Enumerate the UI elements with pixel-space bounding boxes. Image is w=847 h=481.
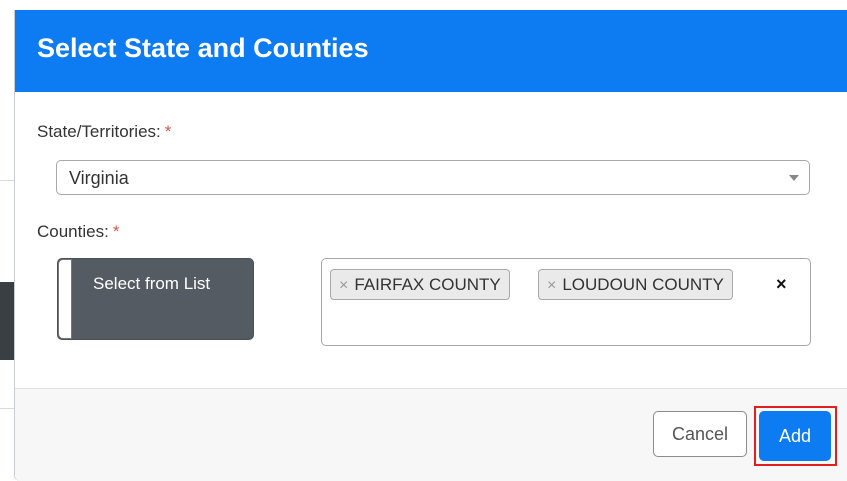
dialog-footer: Cancel Add: [15, 388, 847, 481]
background-divider: [0, 180, 14, 181]
state-select[interactable]: Virginia: [56, 160, 810, 195]
county-tag-label: LOUDOUN COUNTY: [562, 275, 724, 294]
toggle-handle: [58, 259, 72, 339]
close-icon[interactable]: ×: [339, 277, 348, 294]
select-state-counties-dialog: Select State and Counties State/Territor…: [14, 10, 847, 481]
background-dark-strip: [0, 282, 14, 360]
select-from-list-button[interactable]: Select from List: [57, 258, 254, 340]
close-icon[interactable]: ×: [547, 277, 556, 294]
chevron-down-icon: [789, 175, 799, 181]
background-divider: [0, 408, 14, 409]
county-tag-fairfax: × FAIRFAX COUNTY: [330, 269, 510, 300]
state-select-value: Virginia: [69, 168, 129, 188]
county-tag-label: FAIRFAX COUNTY: [354, 275, 501, 294]
select-from-list-label: Select from List: [93, 274, 211, 293]
county-tag-loudoun: × LOUDOUN COUNTY: [538, 269, 733, 300]
counties-label: Counties:: [37, 222, 109, 241]
required-marker: *: [112, 222, 120, 241]
state-label: State/Territories:: [37, 122, 161, 141]
clear-all-icon[interactable]: ×: [776, 274, 787, 295]
counties-label-row: Counties: *: [37, 222, 119, 242]
cancel-button[interactable]: Cancel: [653, 411, 747, 457]
state-label-row: State/Territories: *: [37, 122, 171, 142]
dialog-header: Select State and Counties: [15, 10, 847, 92]
add-button[interactable]: Add: [759, 411, 831, 461]
required-marker: *: [164, 122, 172, 141]
dialog-title: Select State and Counties: [37, 33, 369, 63]
counties-multiselect[interactable]: × FAIRFAX COUNTY × LOUDOUN COUNTY ×: [321, 258, 811, 346]
